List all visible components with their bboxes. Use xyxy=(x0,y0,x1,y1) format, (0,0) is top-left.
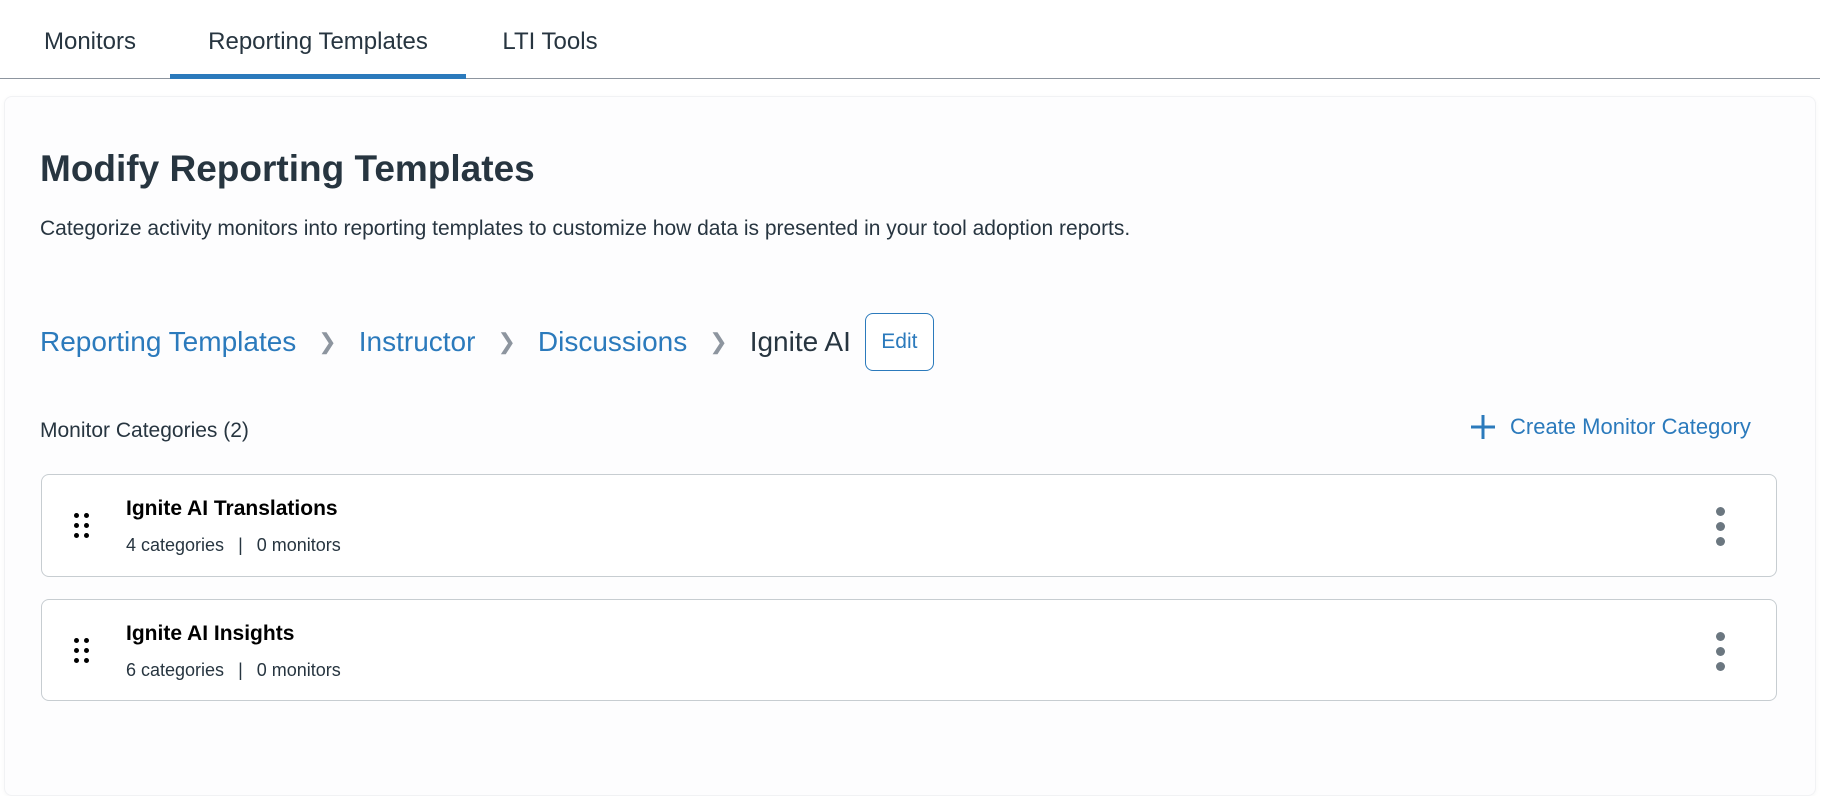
tab-lti-tools[interactable]: LTI Tools xyxy=(490,0,610,79)
category-count: 4 categories xyxy=(126,535,225,555)
create-monitor-category-button[interactable]: Create Monitor Category xyxy=(1470,414,1751,440)
category-meta: 4 categories | 0 monitors xyxy=(126,535,341,556)
drag-handle-icon[interactable] xyxy=(74,638,94,664)
monitor-count: 0 monitors xyxy=(256,660,341,680)
tab-reporting-templates[interactable]: Reporting Templates xyxy=(170,0,466,79)
category-title: Ignite AI Insights xyxy=(126,622,295,645)
breadcrumb: Reporting Templates ❯ Instructor ❯ Discu… xyxy=(40,313,934,371)
edit-button[interactable]: Edit xyxy=(864,313,934,371)
more-options-icon[interactable] xyxy=(1714,632,1726,672)
monitor-count: 0 monitors xyxy=(256,535,341,555)
chevron-right-icon: ❯ xyxy=(318,329,337,354)
create-monitor-category-label: Create Monitor Category xyxy=(1510,414,1751,439)
tab-monitors[interactable]: Monitors xyxy=(35,0,145,79)
category-meta: 6 categories | 0 monitors xyxy=(126,660,341,681)
breadcrumb-current: Ignite AI xyxy=(749,326,851,357)
drag-handle-icon[interactable] xyxy=(74,513,94,539)
page-description: Categorize activity monitors into report… xyxy=(40,217,1131,240)
more-options-icon[interactable] xyxy=(1714,507,1726,547)
breadcrumb-discussions[interactable]: Discussions xyxy=(538,326,687,358)
category-title: Ignite AI Translations xyxy=(126,497,338,520)
chevron-right-icon: ❯ xyxy=(497,329,516,354)
monitor-categories-heading: Monitor Categories (2) xyxy=(40,419,249,442)
breadcrumb-instructor[interactable]: Instructor xyxy=(359,326,476,358)
chevron-right-icon: ❯ xyxy=(709,329,728,354)
breadcrumb-reporting-templates[interactable]: Reporting Templates xyxy=(40,326,296,358)
separator: | xyxy=(238,535,243,555)
category-count: 6 categories xyxy=(126,660,225,680)
list-item[interactable]: Ignite AI Insights 6 categories | 0 monito… xyxy=(41,599,1777,701)
list-item[interactable]: Ignite AI Translations 4 categories | 0 mo… xyxy=(41,474,1777,577)
tab-bar: Monitors Reporting Templates LTI Tools xyxy=(0,0,1820,79)
plus-icon xyxy=(1471,415,1495,439)
separator: | xyxy=(238,660,243,680)
page-title: Modify Reporting Templates xyxy=(40,148,535,189)
